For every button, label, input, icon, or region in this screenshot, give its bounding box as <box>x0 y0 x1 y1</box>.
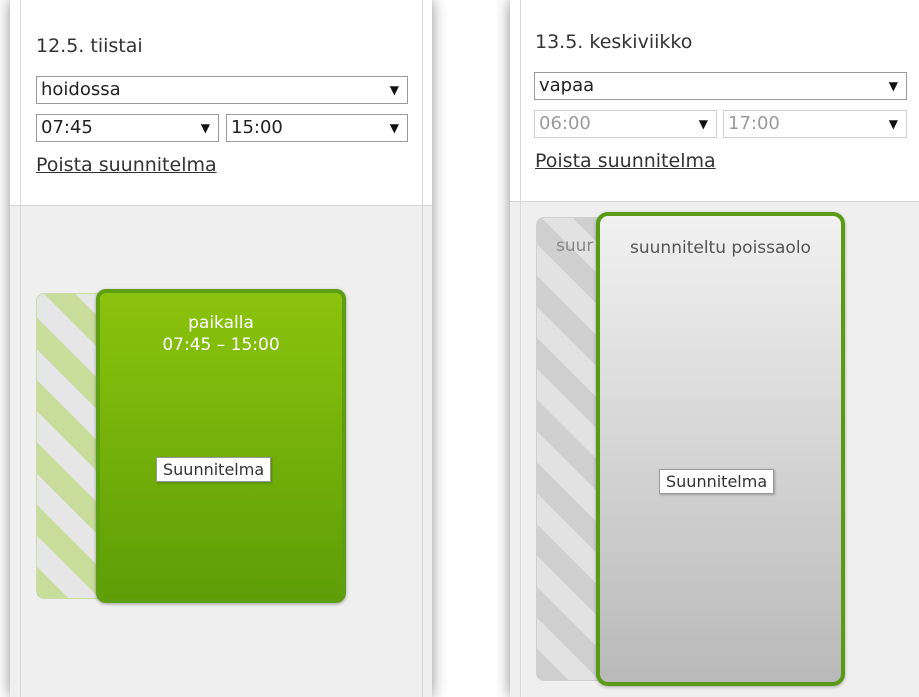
column-divider <box>20 0 21 205</box>
chevron-down-icon: ▼ <box>888 117 898 131</box>
plan-badge[interactable]: Suunnitelma <box>156 457 272 482</box>
day-panel-wednesday: 13.5. keskiviikko vapaa ▼ 06:00 ▼ 17:00 … <box>510 0 919 697</box>
day-timeline: suur suunniteltu poissaolo Suunnitelma <box>510 202 919 697</box>
select-value: 17:00 <box>728 113 780 134</box>
day-header: 13.5. keskiviikko vapaa ▼ 06:00 ▼ 17:00 … <box>510 0 919 202</box>
end-time-select[interactable]: 15:00 ▼ <box>226 114 408 142</box>
hidden-card-label: suur <box>556 236 594 256</box>
column-divider <box>422 206 423 697</box>
start-time-select[interactable]: 07:45 ▼ <box>36 114 219 142</box>
column-divider <box>520 202 521 697</box>
end-time-select[interactable]: 17:00 ▼ <box>723 110 907 138</box>
select-value: vapaa <box>539 75 595 96</box>
remove-plan-link[interactable]: Poista suunnitelma <box>36 154 217 176</box>
day-title: 13.5. keskiviikko <box>535 31 693 53</box>
chevron-down-icon: ▼ <box>389 121 399 135</box>
select-value: 07:45 <box>41 117 93 138</box>
start-time-select[interactable]: 06:00 ▼ <box>534 110 717 138</box>
remove-plan-link[interactable]: Poista suunnitelma <box>535 150 716 172</box>
plan-badge[interactable]: Suunnitelma <box>659 469 775 494</box>
day-title: 12.5. tiistai <box>36 35 143 57</box>
attendance-type-select[interactable]: hoidossa ▼ <box>36 76 408 104</box>
column-divider <box>20 206 21 697</box>
chevron-down-icon: ▼ <box>200 121 210 135</box>
chevron-down-icon: ▼ <box>888 79 898 93</box>
day-panel-tuesday: 12.5. tiistai hoidossa ▼ 07:45 ▼ 15:00 ▼… <box>10 0 432 697</box>
select-value: 15:00 <box>231 117 283 138</box>
attendance-type-select[interactable]: vapaa ▼ <box>534 72 907 100</box>
chevron-down-icon: ▼ <box>698 117 708 131</box>
chevron-down-icon: ▼ <box>389 83 399 97</box>
select-value: 06:00 <box>539 113 591 134</box>
planned-absence-card[interactable]: suunniteltu poissaolo Suunnitelma <box>596 212 845 686</box>
select-value: hoidossa <box>41 79 121 100</box>
day-header: 12.5. tiistai hoidossa ▼ 07:45 ▼ 15:00 ▼… <box>10 0 432 206</box>
planned-presence-card[interactable]: paikalla 07:45 – 15:00 Suunnitelma <box>96 289 346 603</box>
card-label: paikalla <box>188 313 254 333</box>
card-time-range: 07:45 – 15:00 <box>162 335 280 355</box>
card-label: suunniteltu poissaolo <box>630 238 811 258</box>
column-divider <box>422 0 423 205</box>
day-timeline: paikalla 07:45 – 15:00 Suunnitelma <box>10 206 432 697</box>
column-divider <box>520 0 521 201</box>
